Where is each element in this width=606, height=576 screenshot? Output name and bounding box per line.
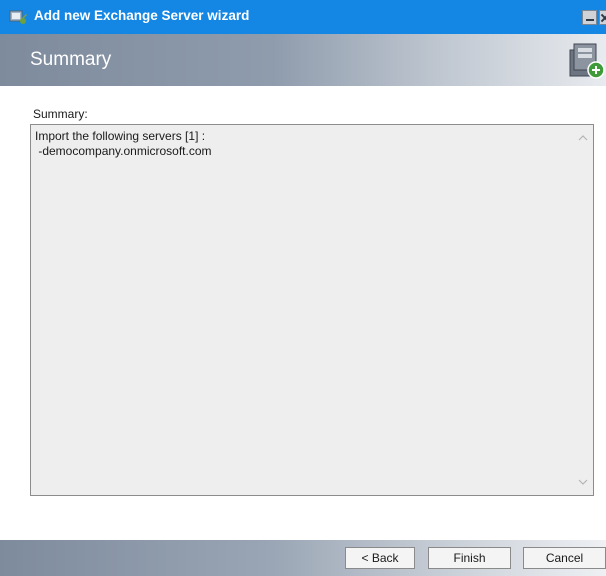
minimize-button[interactable] bbox=[582, 10, 597, 25]
scroll-down-icon[interactable] bbox=[578, 477, 588, 487]
summary-text: Import the following servers [1] : -demo… bbox=[35, 129, 212, 158]
wizard-footer bbox=[0, 540, 606, 576]
wizard-header: Summary bbox=[0, 34, 606, 86]
wizard-app-icon bbox=[8, 8, 28, 26]
summary-label: Summary: bbox=[33, 107, 88, 121]
finish-button[interactable]: Finish bbox=[428, 547, 511, 569]
vertical-scrollbar[interactable] bbox=[574, 125, 593, 495]
cancel-button[interactable]: Cancel bbox=[523, 547, 606, 569]
title-bar[interactable]: Add new Exchange Server wizard bbox=[0, 0, 606, 34]
scroll-up-icon[interactable] bbox=[578, 133, 588, 143]
server-add-icon bbox=[566, 40, 606, 80]
page-title: Summary bbox=[30, 49, 112, 70]
back-button[interactable]: < Back bbox=[345, 547, 415, 569]
window-title: Add new Exchange Server wizard bbox=[34, 8, 250, 23]
close-button[interactable] bbox=[599, 10, 606, 25]
summary-text-area[interactable]: Import the following servers [1] : -demo… bbox=[30, 124, 594, 496]
